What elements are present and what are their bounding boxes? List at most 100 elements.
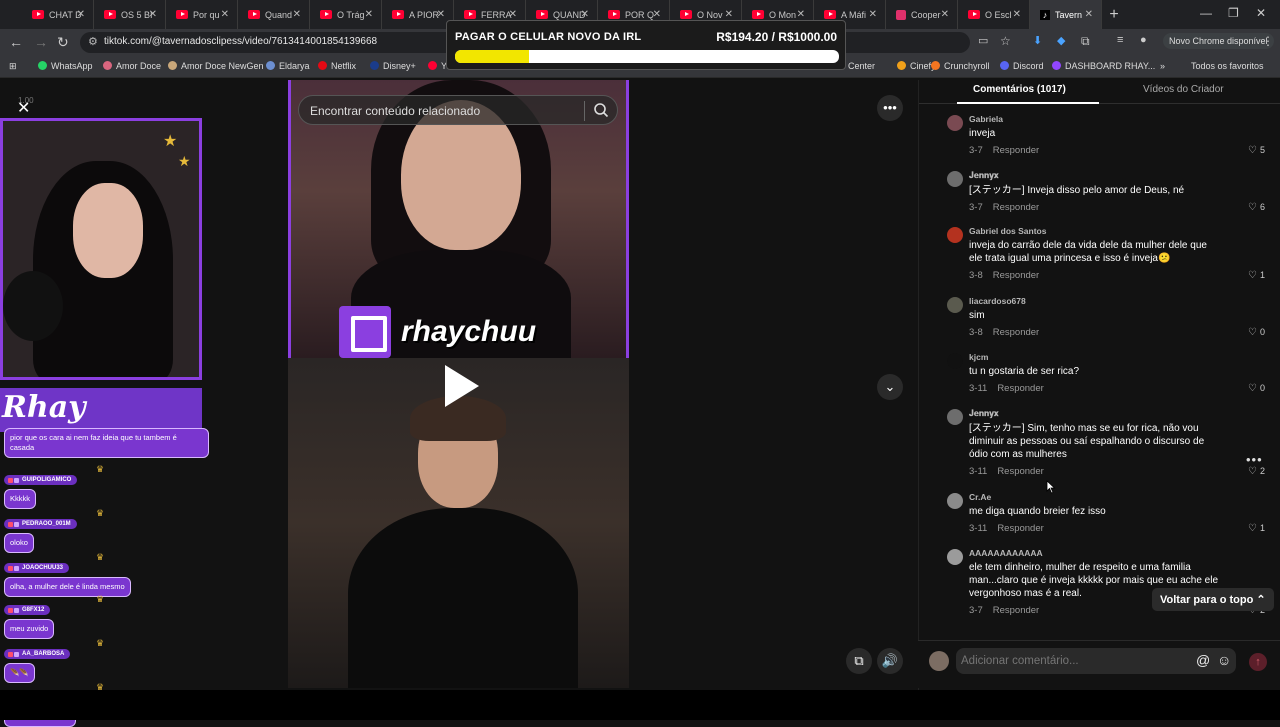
close-tab-icon[interactable]: ✕ [437, 9, 445, 20]
tab-item[interactable]: O Trág ✕ [310, 0, 382, 29]
heart-icon[interactable]: ♡ [1248, 523, 1257, 534]
close-tab-icon[interactable]: ✕ [221, 9, 229, 20]
reply-button[interactable]: Responder [993, 202, 1039, 213]
comment-more-icon[interactable]: ••• [1246, 452, 1263, 467]
minimize-icon[interactable]: — [1200, 6, 1212, 20]
send-button[interactable]: ↑ [1249, 653, 1267, 671]
reply-button[interactable]: Responder [993, 145, 1039, 156]
bookmark-item[interactable]: Discord [1000, 61, 1044, 71]
cast-icon[interactable]: ▭ [978, 34, 988, 47]
related-search-placeholder[interactable]: Encontrar conteúdo relacionado [310, 104, 480, 118]
bookmark-item[interactable]: Center [848, 61, 875, 71]
bookmark-item[interactable]: Eldarya [266, 61, 310, 71]
profile-icon[interactable]: ● [1140, 34, 1147, 46]
heart-icon[interactable]: ♡ [1248, 145, 1257, 156]
like-button[interactable]: ♡ 0 [1248, 327, 1265, 338]
tab-comments[interactable]: Comentários (1017) [973, 84, 1066, 95]
tab-item[interactable]: ♪ Tavern ✕ [1030, 0, 1102, 29]
tab-item[interactable]: CHAT D ✕ [22, 0, 94, 29]
back-to-top-button[interactable]: Voltar para o topo ⌃ [1152, 588, 1274, 611]
avatar[interactable] [947, 549, 963, 565]
close-tab-icon[interactable]: ✕ [509, 9, 517, 20]
bookmark-item[interactable]: Disney+ [370, 61, 416, 71]
tab-item[interactable]: O Escl ✕ [958, 0, 1030, 29]
bookmark-item[interactable]: Netflix [318, 61, 356, 71]
play-icon[interactable] [445, 365, 479, 407]
tab-creator-videos[interactable]: Vídeos do Criador [1143, 84, 1224, 95]
reply-button[interactable]: Responder [997, 523, 1043, 534]
avatar[interactable] [947, 297, 963, 313]
avatar[interactable] [947, 353, 963, 369]
next-video-button[interactable]: ⌄ [877, 374, 903, 400]
close-tab-icon[interactable]: ✕ [77, 9, 85, 20]
extensions-puzzle-icon[interactable]: ⧉ [1081, 34, 1090, 49]
close-tab-icon[interactable]: ✕ [365, 9, 373, 20]
heart-icon[interactable]: ♡ [1248, 383, 1257, 394]
comment-author[interactable]: 𝐉𝐞𝐧𝐧𝐲𝐱 [969, 170, 1269, 181]
url-text[interactable]: tiktok.com/@tavernadosclipess/video/7613… [104, 36, 377, 47]
search-icon[interactable] [593, 102, 609, 118]
comment-author[interactable]: 𝐉𝐞𝐧𝐧𝐲𝐱 [969, 408, 1269, 419]
bookmark-item[interactable]: Amor Doce NewGen [168, 61, 264, 71]
reply-button[interactable]: Responder [997, 466, 1043, 477]
comment-author[interactable]: Gabriela [969, 114, 1269, 124]
close-tab-icon[interactable]: ✕ [725, 9, 733, 20]
close-tab-icon[interactable]: ✕ [581, 9, 589, 20]
heart-icon[interactable]: ♡ [1248, 202, 1257, 213]
like-button[interactable]: ♡ 1 [1248, 270, 1265, 281]
comment-author[interactable]: liacardoso678 [969, 296, 1269, 306]
reload-icon[interactable]: ↻ [57, 34, 69, 51]
bookmark-item[interactable]: WhatsApp [38, 61, 93, 71]
close-tab-icon[interactable]: ✕ [941, 9, 949, 20]
heart-icon[interactable]: ♡ [1248, 466, 1257, 477]
site-info-icon[interactable]: ⚙ [88, 35, 98, 48]
like-button[interactable]: ♡ 0 [1248, 383, 1265, 394]
bookmark-item[interactable]: Cinefy [897, 61, 936, 71]
reply-button[interactable]: Responder [997, 383, 1043, 394]
reply-button[interactable]: Responder [993, 327, 1039, 338]
picture-in-picture-button[interactable]: ⧉ [846, 648, 872, 674]
bookmark-item[interactable]: DASHBOARD RHAY... [1052, 61, 1155, 71]
more-bookmarks-icon[interactable]: » [1160, 61, 1165, 71]
tab-item[interactable]: Por qu ✕ [166, 0, 238, 29]
bookmark-star-icon[interactable]: ☆ [1000, 34, 1011, 48]
video-player[interactable]: rhaychuu [288, 80, 629, 688]
more-options-button[interactable]: ••• [877, 95, 903, 121]
close-tab-icon[interactable]: ✕ [293, 9, 301, 20]
extension-icon[interactable]: ◆ [1057, 34, 1065, 47]
like-button[interactable]: ♡ 5 [1248, 145, 1265, 156]
like-button[interactable]: ♡ 1 [1248, 523, 1265, 534]
close-icon[interactable]: ✕ [17, 98, 30, 118]
close-window-icon[interactable]: ✕ [1256, 6, 1266, 20]
heart-icon[interactable]: ♡ [1248, 270, 1257, 281]
bookmark-item[interactable]: Todos os favoritos [1191, 61, 1264, 71]
reply-button[interactable]: Responder [993, 270, 1039, 281]
heart-icon[interactable]: ♡ [1248, 327, 1257, 338]
new-tab-button[interactable]: + [1102, 6, 1126, 24]
back-icon[interactable]: ← [9, 34, 23, 50]
download-icon[interactable]: ⬇ [1033, 34, 1042, 47]
bookmark-item[interactable]: Amor Doce [103, 61, 161, 71]
bookmark-item[interactable]: Crunchyroll [931, 61, 990, 71]
close-tab-icon[interactable]: ✕ [1085, 9, 1093, 20]
comment-input[interactable] [956, 648, 1236, 674]
menu-icon[interactable]: ⋮ [1262, 34, 1274, 48]
back-to-top-label[interactable]: Voltar para o topo [1160, 594, 1253, 606]
avatar[interactable] [947, 227, 963, 243]
comment-author[interactable]: kjcm [969, 352, 1269, 362]
close-tab-icon[interactable]: ✕ [149, 9, 157, 20]
like-button[interactable]: ♡2 [1248, 466, 1265, 477]
tab-item[interactable]: Quand ✕ [238, 0, 310, 29]
comment-author[interactable]: Gabriel dos Santos [969, 226, 1269, 236]
restore-icon[interactable]: ❐ [1228, 6, 1239, 20]
reply-button[interactable]: Responder [993, 605, 1039, 616]
media-icon[interactable]: ≡ [1117, 34, 1123, 46]
comment-author[interactable]: AAAAAAAAAAAA [969, 548, 1269, 558]
tab-item[interactable]: Cooper ✕ [886, 0, 958, 29]
tab-item[interactable]: A PIOR ✕ [382, 0, 454, 29]
comment-author[interactable]: Cr.Ae [969, 492, 1269, 502]
forward-icon[interactable]: → [34, 34, 48, 50]
related-search-box[interactable]: Encontrar conteúdo relacionado [298, 95, 618, 125]
avatar[interactable] [947, 115, 963, 131]
avatar[interactable] [947, 493, 963, 509]
